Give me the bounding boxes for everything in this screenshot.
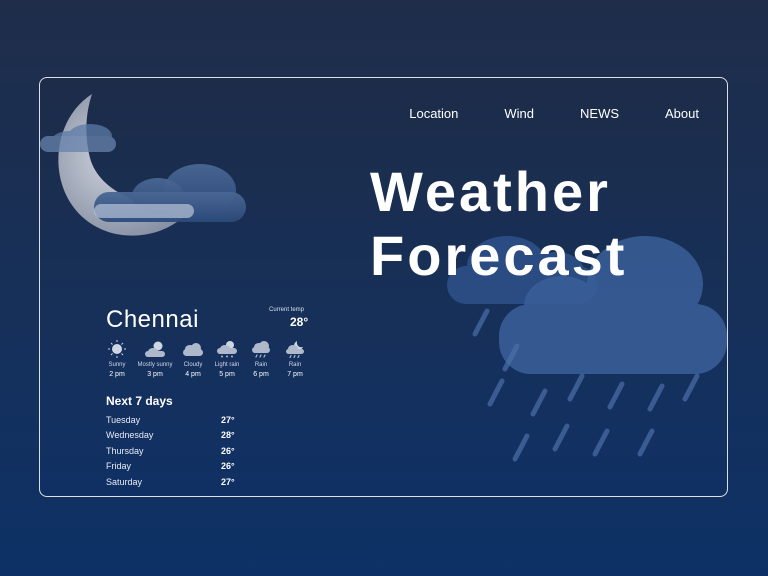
nav-location-link[interactable]: Location: [409, 106, 458, 121]
hour-condition: Light rain: [214, 362, 240, 368]
hour-time: 2 pm: [109, 371, 125, 378]
night-rain-icon: [286, 341, 304, 358]
list-item: Saturday 27°: [106, 474, 235, 490]
hour-time: 7 pm: [287, 371, 303, 378]
hour-item: Rain 7 pm: [278, 340, 312, 378]
main-nav: Location Wind NEWS About: [409, 106, 699, 121]
day-name: Wednesday: [106, 430, 154, 441]
day-name: Saturday: [106, 476, 143, 487]
hour-condition: Sunny: [108, 362, 126, 368]
day-temp: 27°: [221, 414, 235, 425]
next-days-list: Tuesday 27° Wednesday 28° Thursday 26° F…: [106, 412, 235, 490]
nav-wind-link[interactable]: Wind: [504, 106, 534, 121]
moon-clouds-illustration: [40, 94, 246, 236]
sun-icon: [108, 340, 126, 358]
rain-icon: [252, 341, 270, 358]
hour-time: 3 pm: [147, 371, 163, 378]
cloud-icon: [94, 164, 246, 222]
hour-time: 5 pm: [219, 371, 235, 378]
hour-item: Sunny 2 pm: [100, 340, 134, 378]
page-title: Weather Forecast: [370, 160, 627, 288]
day-temp: 26°: [221, 461, 235, 472]
title-line-1: Weather: [370, 160, 611, 223]
day-temp: 27°: [221, 476, 235, 487]
hour-item: Light rain 5 pm: [210, 340, 244, 378]
list-item: Tuesday 27°: [106, 412, 235, 428]
title-line-2: Forecast: [370, 224, 628, 287]
day-name: Tuesday: [106, 414, 141, 425]
day-name: Friday: [106, 461, 132, 472]
partly-sunny-icon: [145, 341, 165, 357]
hour-time: 6 pm: [253, 371, 269, 378]
current-temp-label: Current temp: [269, 307, 305, 313]
weather-card: Location Wind NEWS About Weather Forecas…: [39, 77, 728, 497]
next-days-title: Next 7 days: [106, 394, 173, 408]
day-name: Thursday: [106, 445, 144, 456]
list-item: Wednesday 28°: [106, 428, 235, 444]
list-item: Thursday 26°: [106, 443, 235, 459]
cloud-icon: [183, 343, 203, 356]
list-item: Friday 26°: [106, 459, 235, 475]
hour-condition: Cloudy: [183, 362, 203, 368]
day-temp: 26°: [221, 445, 235, 456]
hour-condition: Mostly sunny: [137, 362, 173, 368]
hourly-forecast: Sunny 2 pm Mostly sunny 3 pm Cloudy 4 pm: [100, 340, 312, 378]
hour-item: Cloudy 4 pm: [176, 340, 210, 378]
hour-time: 4 pm: [185, 371, 201, 378]
nav-news-link[interactable]: NEWS: [580, 106, 619, 121]
small-cloud-icon: [40, 124, 116, 152]
light-rain-icon: [217, 341, 237, 358]
city-name: Chennai: [106, 306, 199, 333]
hour-condition: Rain: [254, 362, 268, 368]
day-temp: 28°: [221, 430, 235, 441]
current-temp-value: 28°: [290, 315, 309, 329]
hour-item: Rain 6 pm: [244, 340, 278, 378]
hour-condition: Rain: [288, 362, 302, 368]
nav-about-link[interactable]: About: [665, 106, 699, 121]
hour-item: Mostly sunny 3 pm: [134, 340, 176, 378]
